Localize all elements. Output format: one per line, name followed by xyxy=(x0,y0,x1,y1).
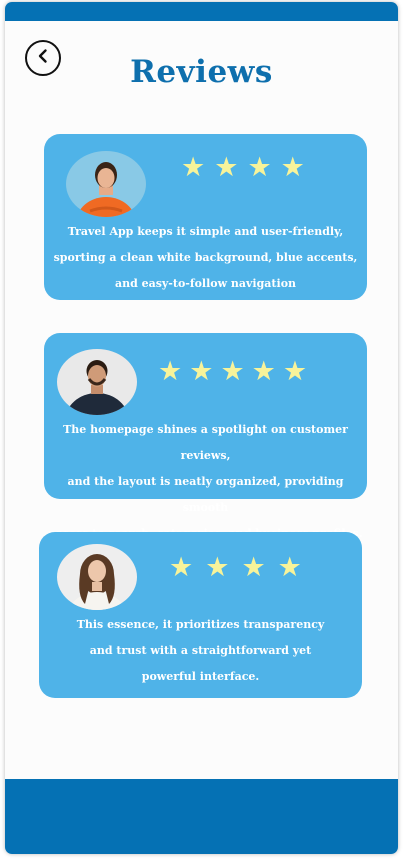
bottom-bar xyxy=(5,779,398,854)
star-icon: ★ xyxy=(247,152,272,183)
star-icon: ★ xyxy=(220,356,245,387)
star-icon: ★ xyxy=(169,552,194,583)
star-icon: ★ xyxy=(205,552,230,583)
review-line: This essence, it prioritizes transparenc… xyxy=(76,618,325,631)
review-text: Travel App keeps it simple and user-frie… xyxy=(44,219,367,297)
review-line: powerful interface. xyxy=(141,670,260,683)
star-rating: ★ ★ ★ ★ xyxy=(181,154,305,181)
star-icon: ★ xyxy=(214,152,239,183)
review-text: The homepage shines a spotlight on custo… xyxy=(44,417,367,547)
review-line: Travel App keeps it simple and user-frie… xyxy=(67,225,344,238)
star-rating: ★ ★ ★ ★ ★ xyxy=(158,358,307,385)
page-title: Reviews xyxy=(130,54,273,90)
review-line: and easy-to-follow navigation xyxy=(114,277,297,290)
star-icon: ★ xyxy=(181,152,206,183)
review-card: ★ ★ ★ ★ ★ The homepage shines a spotlight on… xyxy=(44,333,367,540)
star-icon: ★ xyxy=(158,356,183,387)
review-card: ★ ★ ★ ★ This essence, it prioritizes transp… xyxy=(39,532,362,698)
avatar xyxy=(66,151,146,217)
avatar xyxy=(57,544,137,610)
top-bar xyxy=(5,2,398,21)
star-icon: ★ xyxy=(282,356,308,387)
star-icon: ★ xyxy=(280,152,305,183)
star-icon: ★ xyxy=(251,356,276,387)
star-rating: ★ ★ ★ ★ xyxy=(169,554,302,581)
review-text: This essence, it prioritizes transparenc… xyxy=(39,612,362,690)
review-line: and trust with a straightforward yet xyxy=(89,644,312,657)
star-icon: ★ xyxy=(189,356,214,387)
star-icon: ★ xyxy=(277,552,302,583)
review-line: The homepage shines a spotlight on custo… xyxy=(63,423,348,462)
phone-frame: Reviews ★ ★ ★ ★ Travel App keeps it simple … xyxy=(5,2,398,854)
star-icon: ★ xyxy=(241,552,266,583)
review-line: sporting a clean white background, blue … xyxy=(53,251,358,264)
review-line: and the layout is neatly organized, prov… xyxy=(67,475,344,514)
avatar xyxy=(57,349,137,415)
review-card: ★ ★ ★ ★ Travel App keeps it simple and user… xyxy=(44,134,367,300)
